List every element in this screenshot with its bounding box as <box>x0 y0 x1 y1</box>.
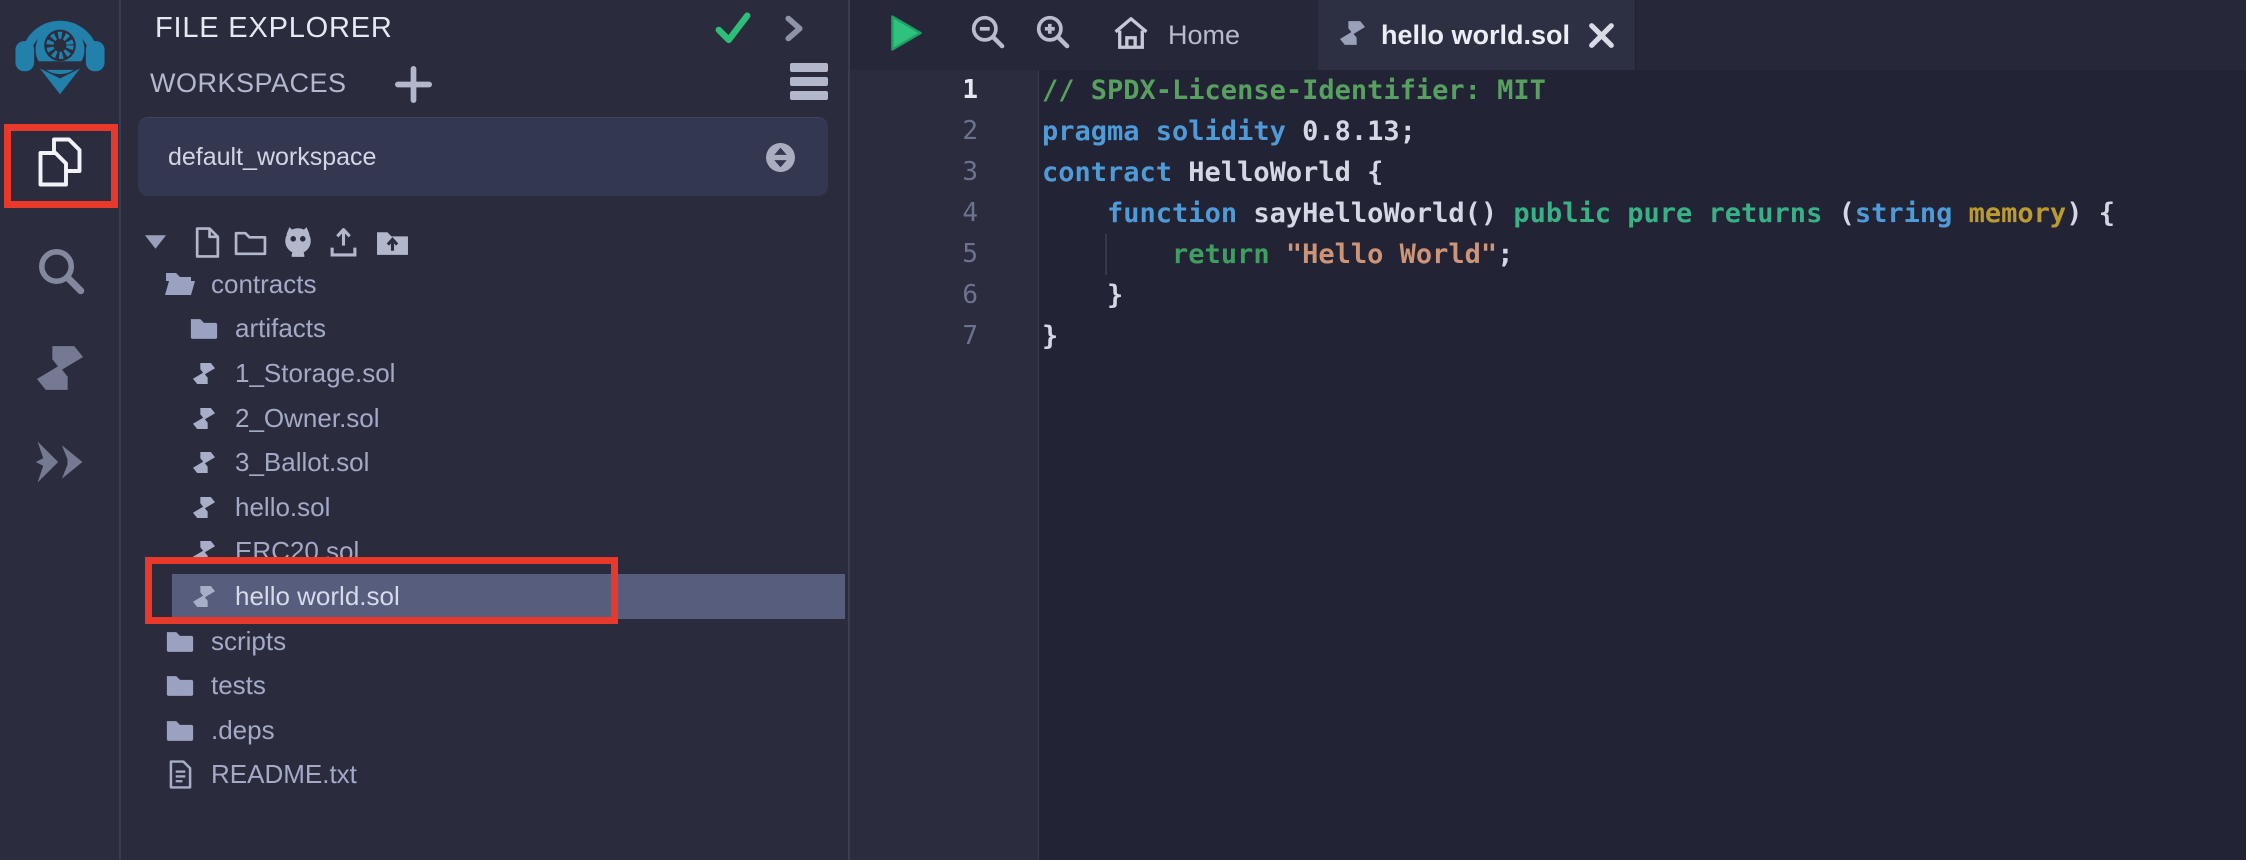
file-icon <box>163 760 197 789</box>
sidebar-item-deploy-and-run[interactable] <box>0 432 119 496</box>
sidebar-item-file-explorer[interactable] <box>0 124 119 208</box>
tree-item-label: contracts <box>211 269 317 300</box>
run-script-button[interactable] <box>890 0 923 70</box>
solidity-icon <box>187 494 221 521</box>
code-line-2: pragma solidity 0.8.13; <box>1042 111 2115 152</box>
tree-item-label: .deps <box>211 715 275 746</box>
tree-item-label: artifacts <box>235 313 326 344</box>
workspace-selector[interactable]: default_workspace <box>138 117 828 196</box>
remix-ide-window: FILE EXPLORER WORKSPACES default_workspa… <box>0 0 2246 860</box>
plus-icon[interactable] <box>395 66 432 108</box>
tree-item-hello-sol[interactable]: hello.sol <box>121 485 848 530</box>
code-line-7: } <box>1042 316 2115 357</box>
deploy-icon <box>32 437 88 492</box>
file-tree: contracts artifacts 1_Storage.sol 2_Owner.s… <box>121 262 848 797</box>
tree-item-scripts[interactable]: scripts <box>121 619 848 664</box>
solidity-icon <box>187 538 221 565</box>
code-lines: // SPDX-License-Identifier: MITpragma so… <box>1042 70 2115 357</box>
tree-item-label: 2_Owner.sol <box>235 403 380 434</box>
zoom-in-button[interactable] <box>1035 0 1072 70</box>
solidity-icon <box>37 346 83 395</box>
zoom-out-icon <box>970 14 1007 56</box>
tree-item-contracts[interactable]: contracts <box>121 262 848 307</box>
files-icon <box>33 135 87 197</box>
tree-item-label: ERC20.sol <box>235 536 359 567</box>
code-line-5: return "Hello World"; <box>1042 234 2115 275</box>
new-file-icon[interactable] <box>195 222 220 262</box>
code-line-1: // SPDX-License-Identifier: MIT <box>1042 70 2115 111</box>
folder-icon <box>187 316 221 341</box>
sort-circle-icon <box>765 142 796 178</box>
tree-item-2-owner-sol[interactable]: 2_Owner.sol <box>121 396 848 441</box>
solidity-icon <box>187 360 221 387</box>
tree-item-hello-world-sol[interactable]: hello world.sol <box>172 574 845 619</box>
indent-guide <box>1105 234 1107 275</box>
tree-item-label: scripts <box>211 626 286 657</box>
tree-item--deps[interactable]: .deps <box>121 708 848 753</box>
line-number: 5 <box>850 234 1038 275</box>
tree-item-label: hello world.sol <box>235 581 400 612</box>
sidebar-item-search[interactable] <box>0 240 119 304</box>
caret-down-icon[interactable] <box>145 222 166 262</box>
tree-item-label: hello.sol <box>235 492 330 523</box>
upload-file-icon[interactable] <box>330 222 357 262</box>
line-number: 4 <box>850 193 1038 234</box>
workspaces-label: WORKSPACES <box>150 68 347 99</box>
folder-icon <box>163 673 197 698</box>
new-folder-icon[interactable] <box>234 222 267 262</box>
solidity-icon <box>1340 21 1365 50</box>
code-line-3: contract HelloWorld { <box>1042 152 2115 193</box>
file-explorer-panel: FILE EXPLORER WORKSPACES default_workspa… <box>121 0 848 860</box>
line-number-gutter: 1234567 <box>850 70 1039 860</box>
tab-home[interactable]: Home <box>1112 0 1240 70</box>
search-icon <box>34 244 86 301</box>
tree-item-1-storage-sol[interactable]: 1_Storage.sol <box>121 351 848 396</box>
tree-item-label: 3_Ballot.sol <box>235 447 369 478</box>
code-line-6: } <box>1042 275 2115 316</box>
tree-item-artifacts[interactable]: artifacts <box>121 307 848 352</box>
editor-area: Home hello world.sol 1 <box>848 0 2246 860</box>
tree-item-label: tests <box>211 670 266 701</box>
line-number: 6 <box>850 275 1038 316</box>
tab-label: Home <box>1168 20 1240 51</box>
tab-hello-world-sol[interactable]: hello world.sol <box>1318 0 1636 70</box>
tree-item-erc20-sol[interactable]: ERC20.sol <box>121 530 848 575</box>
workspace-name: default_workspace <box>168 143 376 172</box>
file-tree-toolbar <box>121 222 848 262</box>
hamburger-icon[interactable] <box>790 63 828 105</box>
code-line-4: function sayHelloWorld() public pure ret… <box>1042 193 2115 234</box>
remix-logo-icon <box>14 8 106 100</box>
zoom-out-button[interactable] <box>970 0 1007 70</box>
folder-icon <box>163 629 197 654</box>
tab-label: hello world.sol <box>1381 20 1570 51</box>
solidity-icon <box>187 405 221 432</box>
code-editor[interactable]: 1234567 // SPDX-License-Identifier: MITp… <box>850 70 2246 860</box>
sidebar-item-solidity-compiler[interactable] <box>0 338 119 402</box>
tree-item-3-ballot-sol[interactable]: 3_Ballot.sol <box>121 440 848 485</box>
line-number: 3 <box>850 152 1038 193</box>
panel-title: FILE EXPLORER <box>155 12 393 45</box>
close-icon[interactable] <box>1588 22 1615 49</box>
tree-item-label: README.txt <box>211 759 357 790</box>
play-icon <box>890 15 923 56</box>
check-icon <box>713 10 753 52</box>
home-icon <box>1112 15 1150 56</box>
line-number: 7 <box>850 316 1038 357</box>
zoom-in-icon <box>1035 14 1072 56</box>
github-icon[interactable] <box>281 222 315 262</box>
line-number: 2 <box>850 111 1038 152</box>
tree-item-tests[interactable]: tests <box>121 663 848 708</box>
folder-icon <box>163 718 197 743</box>
activity-bar <box>0 0 121 860</box>
tree-item-readme-txt[interactable]: README.txt <box>121 753 848 798</box>
folder-open-icon <box>163 271 197 297</box>
upload-folder-icon[interactable] <box>376 222 409 262</box>
solidity-icon <box>187 583 221 610</box>
line-number: 1 <box>850 70 1038 111</box>
editor-tabbar: Home hello world.sol <box>850 0 2246 70</box>
chevron-right-icon[interactable] <box>781 10 807 52</box>
solidity-icon <box>187 449 221 476</box>
tree-item-label: 1_Storage.sol <box>235 358 395 389</box>
